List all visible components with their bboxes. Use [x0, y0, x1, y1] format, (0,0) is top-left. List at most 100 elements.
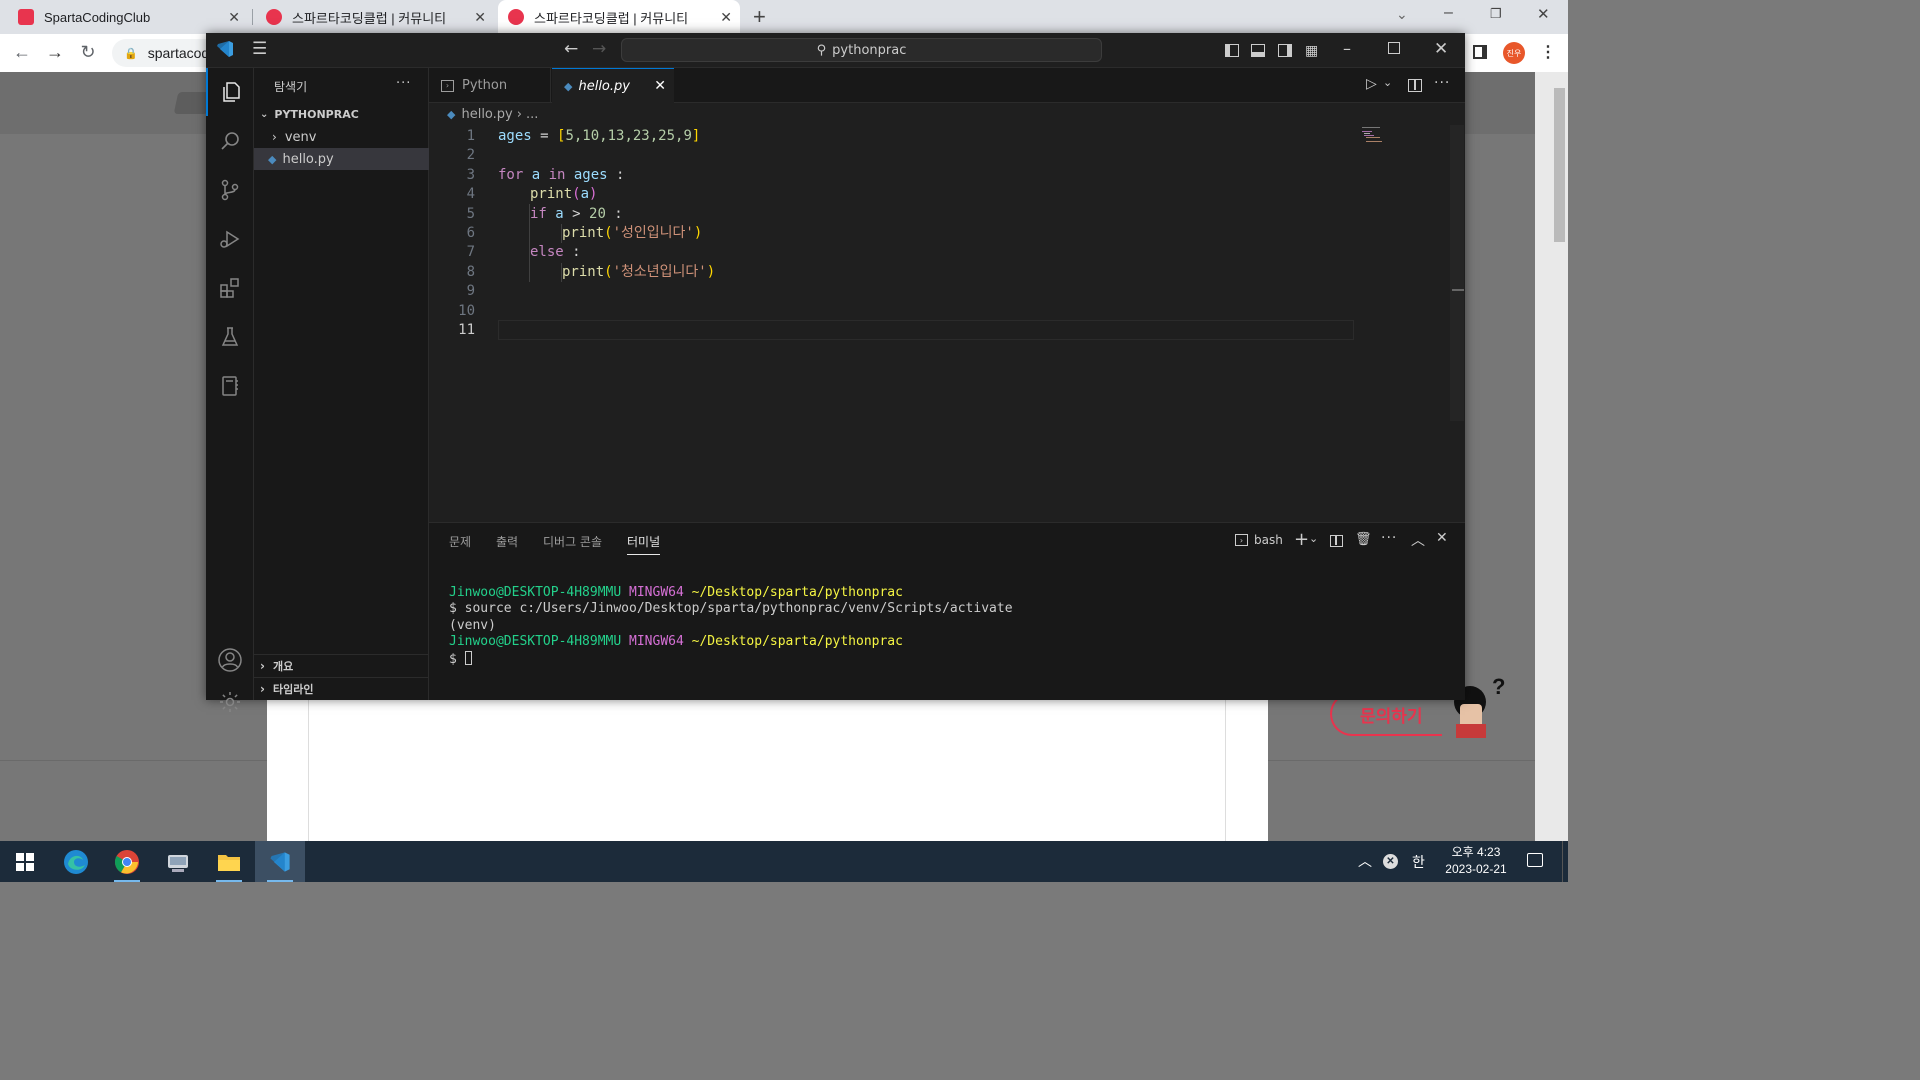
command-center-search[interactable]: ⚲ pythonprac [621, 38, 1102, 62]
code-line-1: ages = [5,10,13,23,25,9] [498, 128, 701, 144]
tab-hello-py[interactable]: ◆ hello.py ✕ [552, 68, 674, 103]
shell-name: bash [1254, 533, 1283, 547]
settings-gear-icon[interactable] [206, 685, 254, 719]
panel-tab-output[interactable]: 출력 [496, 533, 518, 550]
tab-python-terminal[interactable]: › Python [429, 68, 551, 103]
editor-scrollbar[interactable] [1450, 125, 1464, 421]
forward-arrow-icon[interactable]: → [43, 42, 67, 63]
file-explorer-icon[interactable] [204, 841, 254, 882]
nav-forward-icon[interactable]: → [592, 39, 606, 59]
panel-tab-debug-console[interactable]: 디버그 콘솔 [543, 533, 602, 550]
page-scrollbar[interactable] [1535, 72, 1568, 841]
browser-tab-community[interactable]: 스파르타코딩클럽 | 커뮤니티 ✕ [256, 0, 494, 34]
chrome-menu-icon[interactable]: ⋮ [1540, 42, 1556, 62]
toggle-primary-sidebar-icon[interactable] [1225, 44, 1239, 57]
code-line-8: print('청소년입니다') [562, 263, 716, 280]
chrome-browser-icon[interactable] [102, 841, 152, 882]
breadcrumb-file[interactable]: hello.py [461, 107, 512, 122]
testing-flask-icon[interactable] [206, 313, 254, 361]
minimize-icon[interactable]: – [1444, 4, 1453, 22]
tab-title: SpartaCodingClub [44, 9, 151, 25]
toggle-panel-icon[interactable] [1251, 44, 1265, 57]
panel-tab-problems[interactable]: 문제 [449, 533, 471, 550]
vscode-logo-icon [215, 39, 235, 59]
heart-favicon-icon [508, 9, 524, 25]
close-tab-icon[interactable]: ✕ [228, 9, 240, 26]
extensions-icon[interactable] [206, 264, 254, 312]
terminal-profile-chevron-down-icon[interactable]: ⌄ [1309, 532, 1318, 545]
more-actions-icon[interactable]: ··· [1381, 530, 1397, 546]
restore-icon[interactable]: ❐ [1490, 6, 1502, 22]
browser-tab-community-active[interactable]: 스파르타코딩클럽 | 커뮤니티 ✕ [498, 0, 740, 34]
minimap[interactable] [1360, 125, 1450, 155]
maximize-icon[interactable] [1388, 42, 1400, 54]
source-control-icon[interactable] [206, 166, 254, 214]
panel-tab-terminal[interactable]: 터미널 [627, 533, 661, 555]
tree-item-label: hello.py [282, 151, 334, 167]
line-number: 2 [466, 147, 475, 164]
reload-icon[interactable]: ↻ [76, 42, 100, 63]
line-number: 1 [466, 128, 475, 144]
notification-center-icon[interactable] [1527, 853, 1543, 867]
sidebar-title: 탐색기 [274, 80, 308, 94]
tree-item-hello-py[interactable]: ◆ hello.py [254, 148, 429, 170]
code-editor[interactable]: 1 2 3 4 5 6 7 8 9 10 11 ages = [5,10,13,… [429, 125, 1465, 521]
accounts-icon[interactable] [206, 636, 254, 684]
tab-search-chevron-down-icon[interactable]: ⌄ [1396, 6, 1408, 23]
editor-tab-bar: › Python ◆ hello.py ✕ ▷ ⌄ ··· [429, 68, 1465, 103]
outline-section[interactable]: › 개요 [254, 655, 429, 677]
project-root-folder[interactable]: ⌄ PYTHONPRAC [254, 103, 429, 125]
new-terminal-plus-icon[interactable]: + [1294, 529, 1309, 550]
close-icon[interactable]: ✕ [1434, 39, 1448, 59]
python-file-icon: ◆ [268, 152, 277, 166]
ime-indicator[interactable]: 한 [1412, 852, 1425, 872]
clock[interactable]: 오후 4:23 2023-02-21 [1440, 844, 1512, 878]
network-drive-icon[interactable] [153, 841, 203, 882]
explorer-more-actions-icon[interactable]: ··· [396, 76, 411, 91]
line-number: 7 [466, 244, 475, 261]
trash-kill-terminal-icon[interactable]: 🗑 [1355, 532, 1372, 547]
tree-item-venv[interactable]: › venv [254, 126, 429, 148]
network-disconnected-icon[interactable]: ✕ [1383, 854, 1398, 869]
more-actions-icon[interactable]: ··· [1434, 75, 1450, 91]
vscode-taskbar-icon[interactable] [255, 841, 305, 882]
edge-browser-icon[interactable] [51, 841, 101, 882]
windows-start-icon[interactable] [0, 841, 50, 882]
show-desktop-button[interactable] [1562, 841, 1568, 882]
terminal-output[interactable]: Jinwoo@DESKTOP-4H89MMU MINGW64 ~/Desktop… [449, 585, 1013, 668]
terminal-prompt: $ [449, 651, 465, 667]
close-icon[interactable]: ✕ [1537, 5, 1550, 23]
notebook-icon[interactable] [206, 362, 254, 410]
minimize-icon[interactable]: – [1343, 39, 1351, 58]
side-panel-icon[interactable] [1473, 45, 1487, 59]
terminal-path: ~/Desktop/sparta/pythonprac [691, 585, 903, 600]
menu-hamburger-icon[interactable]: ☰ [252, 39, 267, 59]
new-tab-button[interactable]: + [753, 4, 766, 30]
run-debug-icon[interactable] [206, 215, 254, 263]
nav-back-icon[interactable]: ← [564, 39, 578, 59]
run-options-chevron-down-icon[interactable]: ⌄ [1383, 76, 1392, 89]
code-line-5: if a > 20 : [530, 205, 623, 222]
search-icon[interactable] [206, 117, 254, 165]
profile-avatar[interactable]: 진우 [1503, 42, 1525, 64]
terminal-user: Jinwoo@DESKTOP-4H89MMU [449, 634, 622, 650]
terminal-shell-selector[interactable]: › bash [1235, 533, 1283, 547]
close-tab-icon[interactable]: ✕ [720, 9, 732, 26]
split-terminal-icon[interactable] [1330, 535, 1343, 547]
close-panel-icon[interactable]: ✕ [1436, 530, 1448, 546]
split-editor-icon[interactable] [1408, 79, 1422, 92]
browser-tab-sparta[interactable]: SpartaCodingClub ✕ [8, 0, 248, 34]
tree-item-label: venv [284, 129, 317, 145]
customize-layout-icon[interactable]: ▦ [1305, 43, 1318, 59]
timeline-section[interactable]: › 타임라인 [254, 678, 429, 700]
toggle-secondary-sidebar-icon[interactable] [1278, 44, 1292, 57]
back-arrow-icon[interactable]: ← [10, 42, 34, 63]
maximize-panel-chevron-up-icon[interactable]: ︿ [1411, 530, 1425, 550]
show-hidden-icons-chevron-up-icon[interactable]: ︿ [1358, 851, 1372, 871]
chevron-down-icon: ⌄ [260, 108, 269, 120]
close-tab-icon[interactable]: ✕ [654, 78, 666, 94]
breadcrumb-rest[interactable]: ... [526, 107, 538, 122]
explorer-icon[interactable] [206, 68, 254, 116]
close-tab-icon[interactable]: ✕ [474, 9, 486, 26]
run-python-file-icon[interactable]: ▷ [1366, 76, 1377, 92]
